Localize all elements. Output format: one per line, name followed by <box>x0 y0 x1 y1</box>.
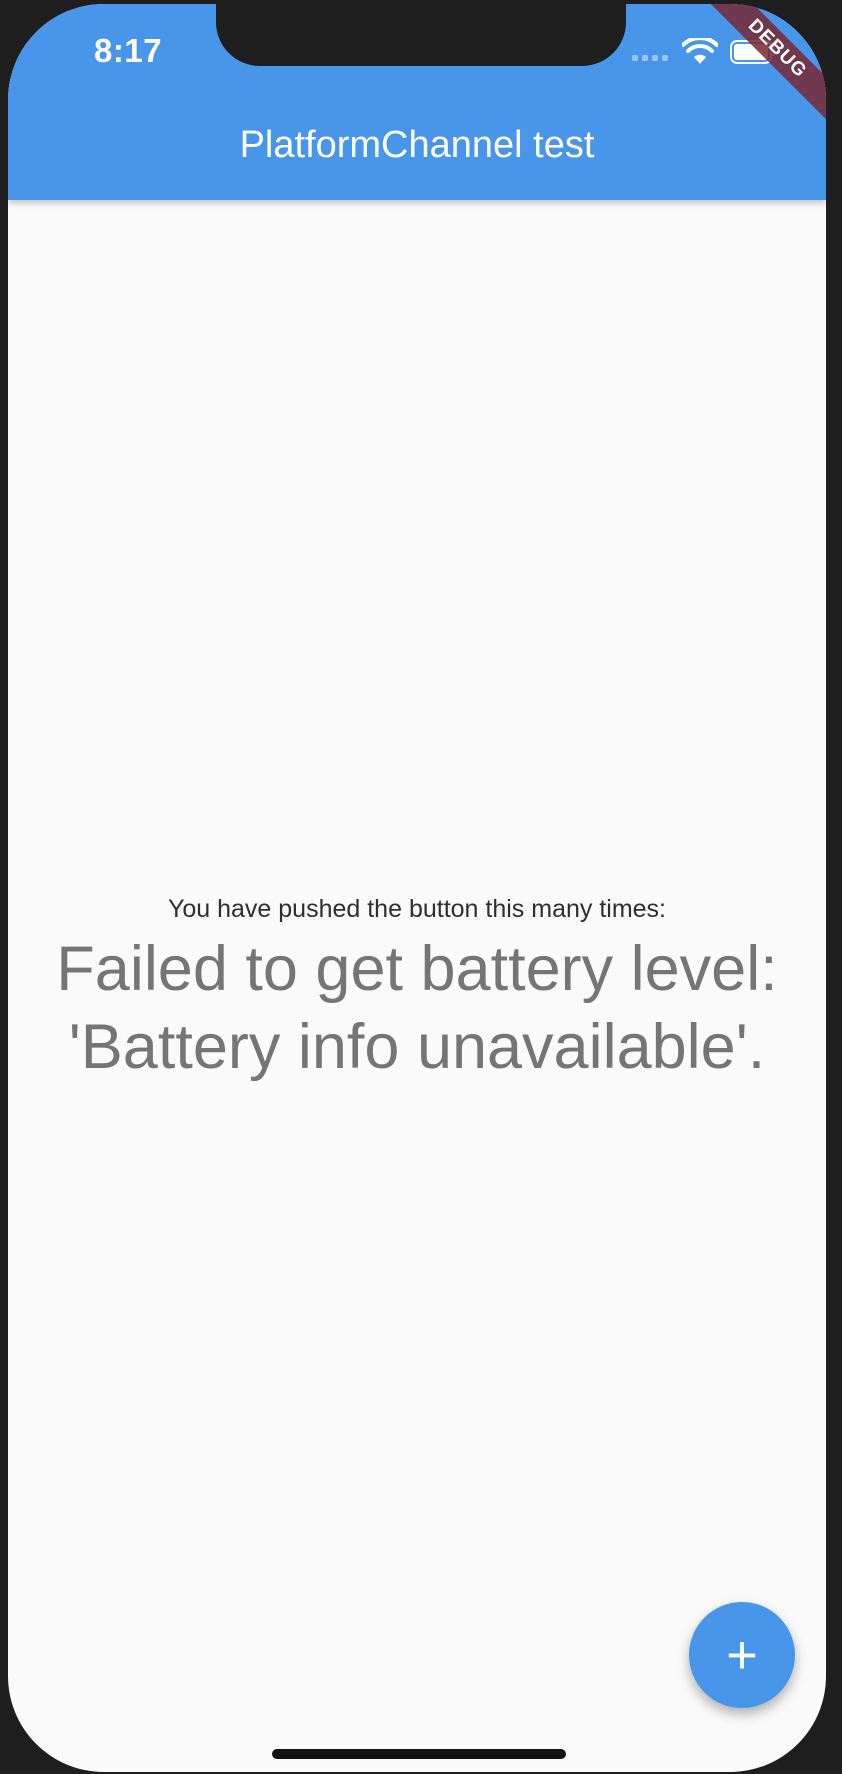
cellular-signal-icon <box>632 55 668 61</box>
device-notch <box>216 4 626 66</box>
battery-status-text: Failed to get battery level: 'Battery in… <box>56 934 778 1082</box>
wifi-icon <box>682 38 718 64</box>
phone-screen: 8:17 PlatformChannel test DEBUG You have… <box>8 4 826 1772</box>
status-time: 8:17 <box>94 32 163 69</box>
add-icon: + <box>726 1625 758 1685</box>
home-indicator[interactable] <box>272 1749 566 1759</box>
app-bar-title: PlatformChannel test <box>239 124 595 166</box>
counter-label: You have pushed the button this many tim… <box>167 895 666 923</box>
add-button[interactable]: + <box>689 1602 795 1708</box>
counter-section: You have pushed the button this many tim… <box>8 892 826 1086</box>
